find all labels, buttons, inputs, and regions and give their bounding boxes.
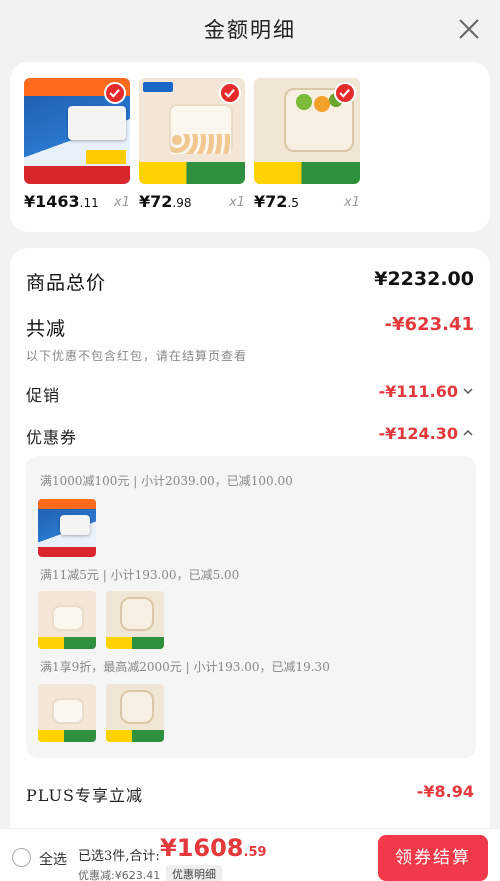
total-label: 商品总价 bbox=[26, 272, 107, 294]
promo-value: -¥111.60 bbox=[378, 382, 458, 401]
coupon-row[interactable]: 优惠券 -¥124.30 bbox=[26, 424, 474, 448]
coupon-product-thumb bbox=[106, 684, 164, 742]
coupon-product-thumb bbox=[38, 499, 96, 557]
product-qty: x1 bbox=[344, 195, 360, 210]
amount-detail: 商品总价 ¥2232.00 共减 -¥623.41 以下优惠不包含红包，请在结算… bbox=[10, 248, 490, 881]
coupon-breakdown: 满1000减100元 | 小计2039.00，已减100.00 满11减5元 |… bbox=[26, 456, 476, 758]
total-row: 商品总价 ¥2232.00 bbox=[26, 268, 474, 295]
coupon-product-thumb bbox=[38, 591, 96, 649]
product-price: ¥1463.11 bbox=[24, 192, 99, 211]
check-icon bbox=[219, 82, 241, 104]
plus-row: PLUS专享立减 -¥8.94 bbox=[26, 782, 474, 806]
product-price: ¥72.5 bbox=[254, 192, 299, 211]
product-image-steamer[interactable] bbox=[139, 78, 245, 184]
coupon-label: 优惠券 bbox=[26, 428, 78, 447]
coupon-value: -¥124.30 bbox=[378, 424, 458, 443]
check-icon bbox=[334, 82, 356, 104]
product-qty: x1 bbox=[229, 195, 245, 210]
product-image-water-heater[interactable] bbox=[24, 78, 130, 184]
coupon-rule: 满11减5元 | 小计193.00，已减5.00 bbox=[40, 568, 240, 582]
checkout-bar: 全选 已选3件,合计: ¥1608.59 优惠减:¥623.41 优惠明细 领券… bbox=[0, 828, 500, 881]
product-price: ¥72.98 bbox=[139, 192, 192, 211]
coupon-rule: 满1享9折，最高减2000元 | 小计193.00，已减19.30 bbox=[40, 660, 330, 674]
discount-detail-link[interactable]: 优惠明细 bbox=[166, 865, 222, 881]
page-title: 金额明细 bbox=[204, 18, 296, 42]
chevron-down-icon[interactable] bbox=[462, 385, 474, 397]
product-image-cooker[interactable] bbox=[254, 78, 360, 184]
check-icon bbox=[104, 82, 126, 104]
product-list: ¥1463.11 x1 ¥72.98 x1 ¥72.5 x1 bbox=[10, 62, 490, 232]
chevron-up-icon[interactable] bbox=[462, 427, 474, 439]
close-icon[interactable] bbox=[456, 16, 482, 42]
coupon-rule: 满1000减100元 | 小计2039.00，已减100.00 bbox=[40, 474, 293, 488]
discount-text: 优惠减:¥623.41 bbox=[78, 869, 161, 881]
promo-label: 促销 bbox=[26, 386, 61, 405]
reduce-row: 共减 -¥623.41 以下优惠不包含红包，请在结算页查看 bbox=[26, 314, 474, 364]
reduce-label: 共减 bbox=[26, 318, 67, 340]
promo-row[interactable]: 促销 -¥111.60 bbox=[26, 382, 474, 406]
reduce-value: -¥623.41 bbox=[384, 314, 474, 335]
selected-summary: 已选3件,合计: bbox=[78, 849, 160, 864]
select-all-radio-icon[interactable] bbox=[12, 848, 31, 867]
plus-label: PLUS专享立减 bbox=[26, 786, 143, 805]
coupon-product-thumb bbox=[106, 591, 164, 649]
product-qty: x1 bbox=[114, 195, 130, 210]
select-all-label[interactable]: 全选 bbox=[39, 849, 67, 869]
total-amount: ¥1608.59 bbox=[160, 834, 267, 862]
plus-value: -¥8.94 bbox=[416, 782, 474, 801]
coupon-product-thumb bbox=[38, 684, 96, 742]
total-value: ¥2232.00 bbox=[374, 268, 474, 290]
reduce-note: 以下优惠不包含红包，请在结算页查看 bbox=[26, 349, 248, 363]
header-bar: 金额明细 bbox=[0, 0, 500, 58]
checkout-button[interactable]: 领券结算 bbox=[378, 835, 488, 881]
